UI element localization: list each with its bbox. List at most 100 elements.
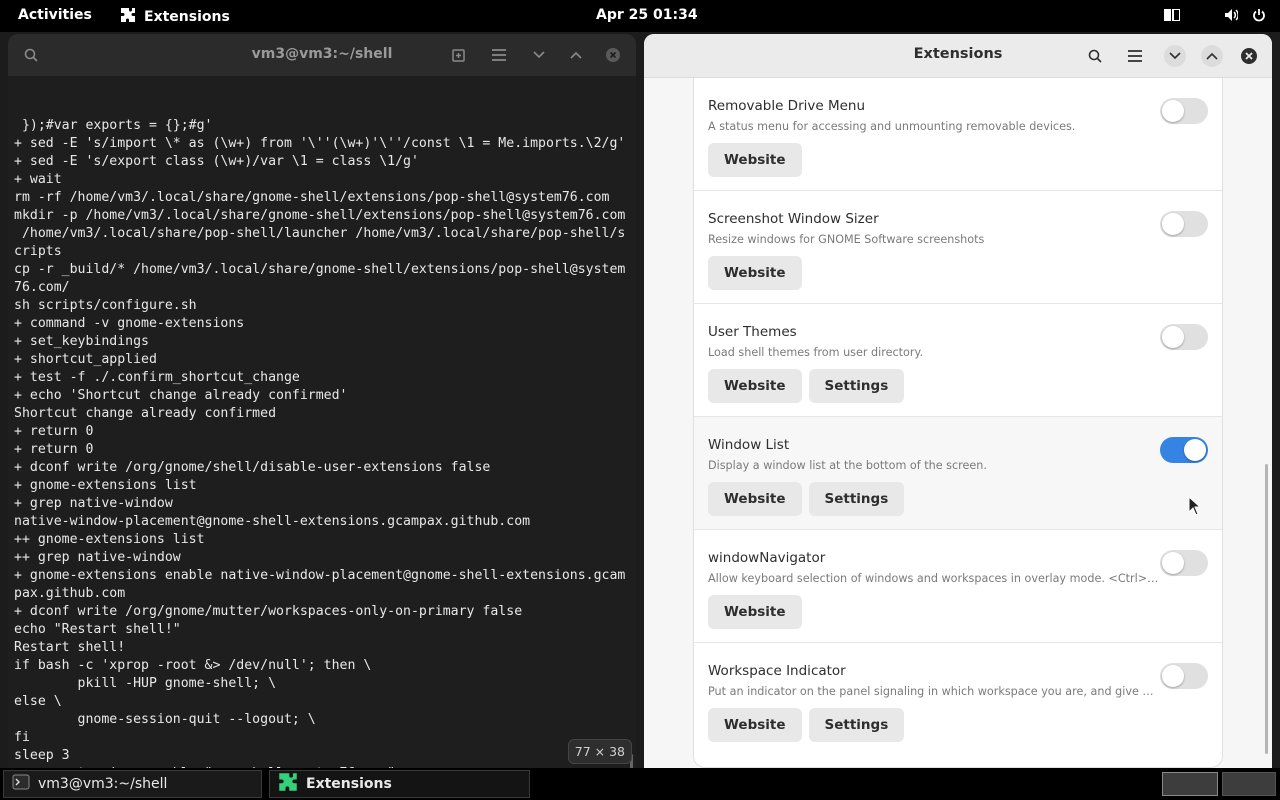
extension-description: Display a window list at the bottom of t… (708, 459, 987, 472)
terminal-size-badge: 77 × 38 (567, 739, 632, 764)
extension-toggle[interactable] (1160, 98, 1208, 124)
terminal-line: ++ grep native-window (14, 550, 181, 565)
settings-button[interactable]: Settings (808, 482, 905, 516)
extension-description: Load shell themes from user directory. (708, 346, 924, 359)
maximize-chevron-up-icon[interactable] (1201, 45, 1223, 67)
terminal-line: ++ gnome-extensions list (14, 532, 205, 547)
close-icon[interactable] (602, 44, 624, 66)
terminal-line: sleep 3 (14, 748, 70, 763)
toggle-knob (1162, 665, 1184, 687)
extension-description: A status menu for accessing and unmounti… (708, 120, 1076, 133)
settings-button[interactable]: Settings (808, 708, 905, 742)
extension-row: User Themes Load shell themes from user … (694, 304, 1222, 417)
extensions-scrollbar[interactable] (1265, 464, 1268, 754)
extension-name: User Themes (708, 324, 797, 340)
terminal-line: Shortcut change already confirmed (14, 406, 277, 421)
extension-toggle[interactable] (1160, 663, 1208, 689)
terminal-line: pkill -HUP gnome-shell; \ (14, 676, 277, 691)
terminal-line: cp -r _build/* /home/vm3/.local/share/gn… (14, 262, 626, 277)
app-menu-label: Extensions (144, 9, 230, 25)
extension-toggle[interactable] (1160, 437, 1208, 463)
extension-name: windowNavigator (708, 550, 826, 566)
toggle-knob (1162, 326, 1184, 348)
terminal-line: + command -v gnome-extensions (14, 316, 245, 331)
toggle-knob (1162, 100, 1184, 122)
extension-description: Resize windows for GNOME Software screen… (708, 233, 985, 246)
terminal-line: + sed -E 's/export class (\w+)/var \1 = … (14, 154, 419, 169)
workspace-1-thumbnail[interactable] (1162, 772, 1218, 796)
window-list-bar: vm3@vm3:~/shell Extensions (0, 768, 1280, 800)
extensions-header: Extensions (644, 34, 1272, 78)
taskbar-item-terminal[interactable]: vm3@vm3:~/shell (3, 770, 262, 798)
puzzle-icon (120, 7, 136, 27)
terminal-line: sh scripts/configure.sh (14, 298, 197, 313)
settings-button[interactable]: Settings (808, 369, 905, 403)
terminal-line: + dconf write /org/gnome/shell/disable-u… (14, 460, 491, 475)
extension-name: Removable Drive Menu (708, 98, 866, 114)
website-button[interactable]: Website (708, 256, 802, 290)
workspace-2-thumbnail[interactable] (1222, 772, 1276, 796)
workspace-indicator-icon[interactable] (1164, 9, 1180, 21)
terminal-header: vm3@vm3:~/shell (8, 34, 636, 76)
extension-name: Screenshot Window Sizer (708, 211, 879, 227)
minimize-chevron-down-icon[interactable] (528, 44, 550, 66)
website-button[interactable]: Website (708, 369, 802, 403)
terminal-line: Restart shell! (14, 640, 126, 655)
terminal-line: + sed -E 's/import \* as (\w+) from '\''… (14, 136, 626, 151)
close-icon[interactable] (1238, 45, 1260, 67)
terminal-line: mkdir -p /home/vm3/.local/share/gnome-sh… (14, 208, 626, 223)
terminal-line: echo "Restart shell!" (14, 622, 181, 637)
website-button[interactable]: Website (708, 708, 802, 742)
terminal-line: + set_keybindings (14, 334, 149, 349)
extensions-list: Removable Drive Menu A status menu for a… (693, 78, 1223, 768)
extensions-window[interactable]: Extensions Removable Drive Menu A status… (644, 34, 1272, 768)
activities-button[interactable]: Activities (18, 7, 92, 23)
toggle-knob (1184, 439, 1206, 461)
clock[interactable]: Apr 25 01:34 (596, 7, 698, 23)
terminal-line: + dconf write /org/gnome/mutter/workspac… (14, 604, 523, 619)
search-icon[interactable] (1084, 45, 1106, 67)
extension-row: Window List Display a window list at the… (694, 417, 1222, 530)
website-button[interactable]: Website (708, 482, 802, 516)
minimize-chevron-down-icon[interactable] (1164, 45, 1186, 67)
terminal-window[interactable]: vm3@vm3:~/shell });#var exports = {};#g'… (8, 34, 636, 768)
website-button[interactable]: Website (708, 143, 802, 177)
terminal-line: + wait (14, 172, 62, 187)
terminal-output[interactable]: });#var exports = {};#g' + sed -E 's/impo… (8, 76, 636, 768)
extension-toggle[interactable] (1160, 324, 1208, 350)
puzzle-icon (278, 772, 298, 796)
terminal-line: cripts (14, 244, 62, 259)
extension-toggle[interactable] (1160, 550, 1208, 576)
terminal-line: + grep native-window (14, 496, 173, 511)
volume-icon[interactable] (1224, 8, 1238, 22)
power-icon[interactable] (1252, 8, 1266, 22)
new-tab-icon[interactable] (448, 44, 470, 66)
extension-name: Window List (708, 437, 790, 453)
terminal-line: gnome-session-quit --logout; \ (14, 712, 316, 727)
terminal-line: /home/vm3/.local/share/pop-shell/launche… (14, 226, 626, 241)
terminal-line: + gnome-extensions list (14, 478, 197, 493)
app-menu[interactable]: Extensions (120, 7, 230, 27)
toggle-knob (1162, 552, 1184, 574)
terminal-line: + return 0 (14, 424, 94, 439)
terminal-line: + echo 'Shortcut change already confirme… (14, 388, 348, 403)
taskbar-item-extensions[interactable]: Extensions (269, 770, 530, 798)
terminal-line: pax.github.com (14, 586, 126, 601)
maximize-chevron-up-icon[interactable] (565, 44, 587, 66)
extension-row: windowNavigator Allow keyboard selection… (694, 530, 1222, 643)
extension-toggle[interactable] (1160, 211, 1208, 237)
hamburger-menu-icon[interactable] (1124, 45, 1146, 67)
terminal-line: 76.com/ (14, 280, 70, 295)
terminal-line: + gnome-extensions enable native-window-… (14, 568, 626, 583)
hamburger-menu-icon[interactable] (488, 44, 510, 66)
extension-name: Workspace Indicator (708, 663, 846, 679)
terminal-line: if bash -c 'xprop -root &> /dev/null'; t… (14, 658, 372, 673)
system-tray[interactable] (1164, 8, 1266, 22)
extension-row: Screenshot Window Sizer Resize windows f… (694, 191, 1222, 304)
terminal-line: + test -f ./.confirm_shortcut_change (14, 370, 300, 385)
extension-description: Allow keyboard selection of windows and … (708, 572, 1160, 585)
terminal-line: else \ (14, 694, 62, 709)
website-button[interactable]: Website (708, 595, 802, 629)
top-bar: Activities Extensions Apr 25 01:34 (0, 0, 1280, 32)
toggle-knob (1162, 213, 1184, 235)
